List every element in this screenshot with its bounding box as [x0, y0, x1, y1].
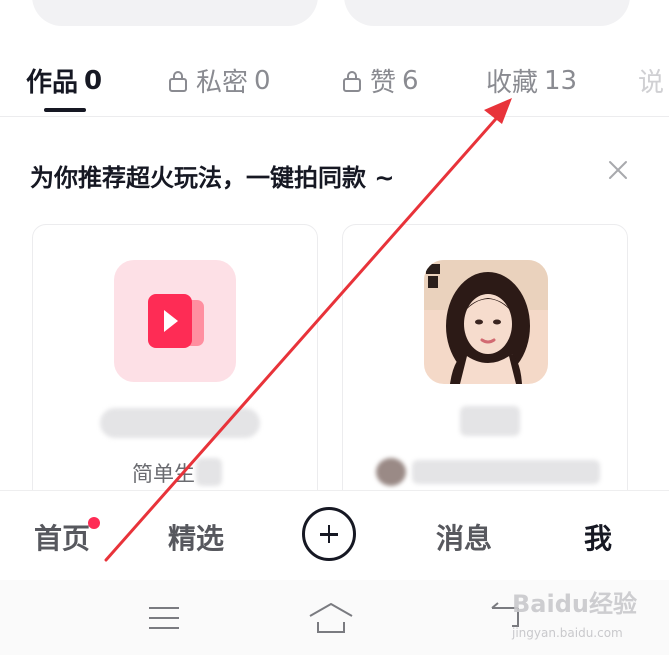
- creator-name: 简单生: [132, 462, 195, 486]
- template-name-blurred: [460, 406, 520, 436]
- notification-dot: [88, 517, 100, 529]
- creator-avatar: [376, 458, 406, 486]
- tab-likes-count: 6: [402, 65, 419, 96]
- tab-works[interactable]: 作品 0: [26, 62, 102, 99]
- lock-icon: [343, 70, 361, 92]
- tab-active-indicator: [44, 108, 86, 112]
- add-friends-button[interactable]: [344, 0, 630, 26]
- template-thumbnail: [114, 260, 236, 382]
- tab-private-label: 私密: [196, 68, 249, 98]
- nav-featured[interactable]: 精选: [168, 517, 224, 557]
- create-button[interactable]: [302, 507, 356, 561]
- baidu-watermark: Baidu经验: [512, 590, 637, 618]
- creator-name-blurred: [412, 460, 600, 484]
- tab-favorites-label: 收藏: [486, 68, 539, 98]
- divider: [0, 116, 669, 117]
- tab-works-count: 0: [84, 65, 103, 96]
- home-icon[interactable]: [308, 602, 354, 634]
- template-name-blurred: [100, 408, 260, 438]
- video-play-icon: [148, 294, 204, 348]
- tab-private-count: 0: [254, 65, 271, 96]
- portrait-image: [424, 260, 548, 384]
- tab-more-label: 说: [638, 68, 665, 98]
- menu-icon[interactable]: [148, 606, 180, 630]
- tab-likes[interactable]: 赞 6: [342, 62, 419, 99]
- nav-messages[interactable]: 消息: [436, 517, 492, 557]
- edit-profile-button[interactable]: [32, 0, 318, 26]
- close-icon[interactable]: [606, 158, 630, 182]
- template-thumbnail: [424, 260, 548, 384]
- nav-me[interactable]: 我: [584, 517, 612, 557]
- creator-name-blurred: [196, 458, 222, 486]
- tab-favorites[interactable]: 收藏 13: [486, 62, 577, 99]
- lock-icon: [169, 70, 187, 92]
- tab-more[interactable]: 说: [638, 62, 664, 99]
- recommend-title: 为你推荐超火玩法，一键拍同款 ~: [30, 164, 395, 192]
- tab-works-label: 作品: [26, 68, 79, 98]
- tab-private[interactable]: 私密 0: [168, 62, 271, 99]
- tab-likes-label: 赞: [370, 68, 397, 98]
- profile-tabs: 作品 0 私密 0 赞 6 收藏 13 说: [0, 56, 669, 114]
- tab-favorites-count: 13: [544, 65, 578, 96]
- nav-home[interactable]: 首页: [34, 517, 90, 557]
- baidu-watermark-url: jingyan.baidu.com: [512, 626, 623, 640]
